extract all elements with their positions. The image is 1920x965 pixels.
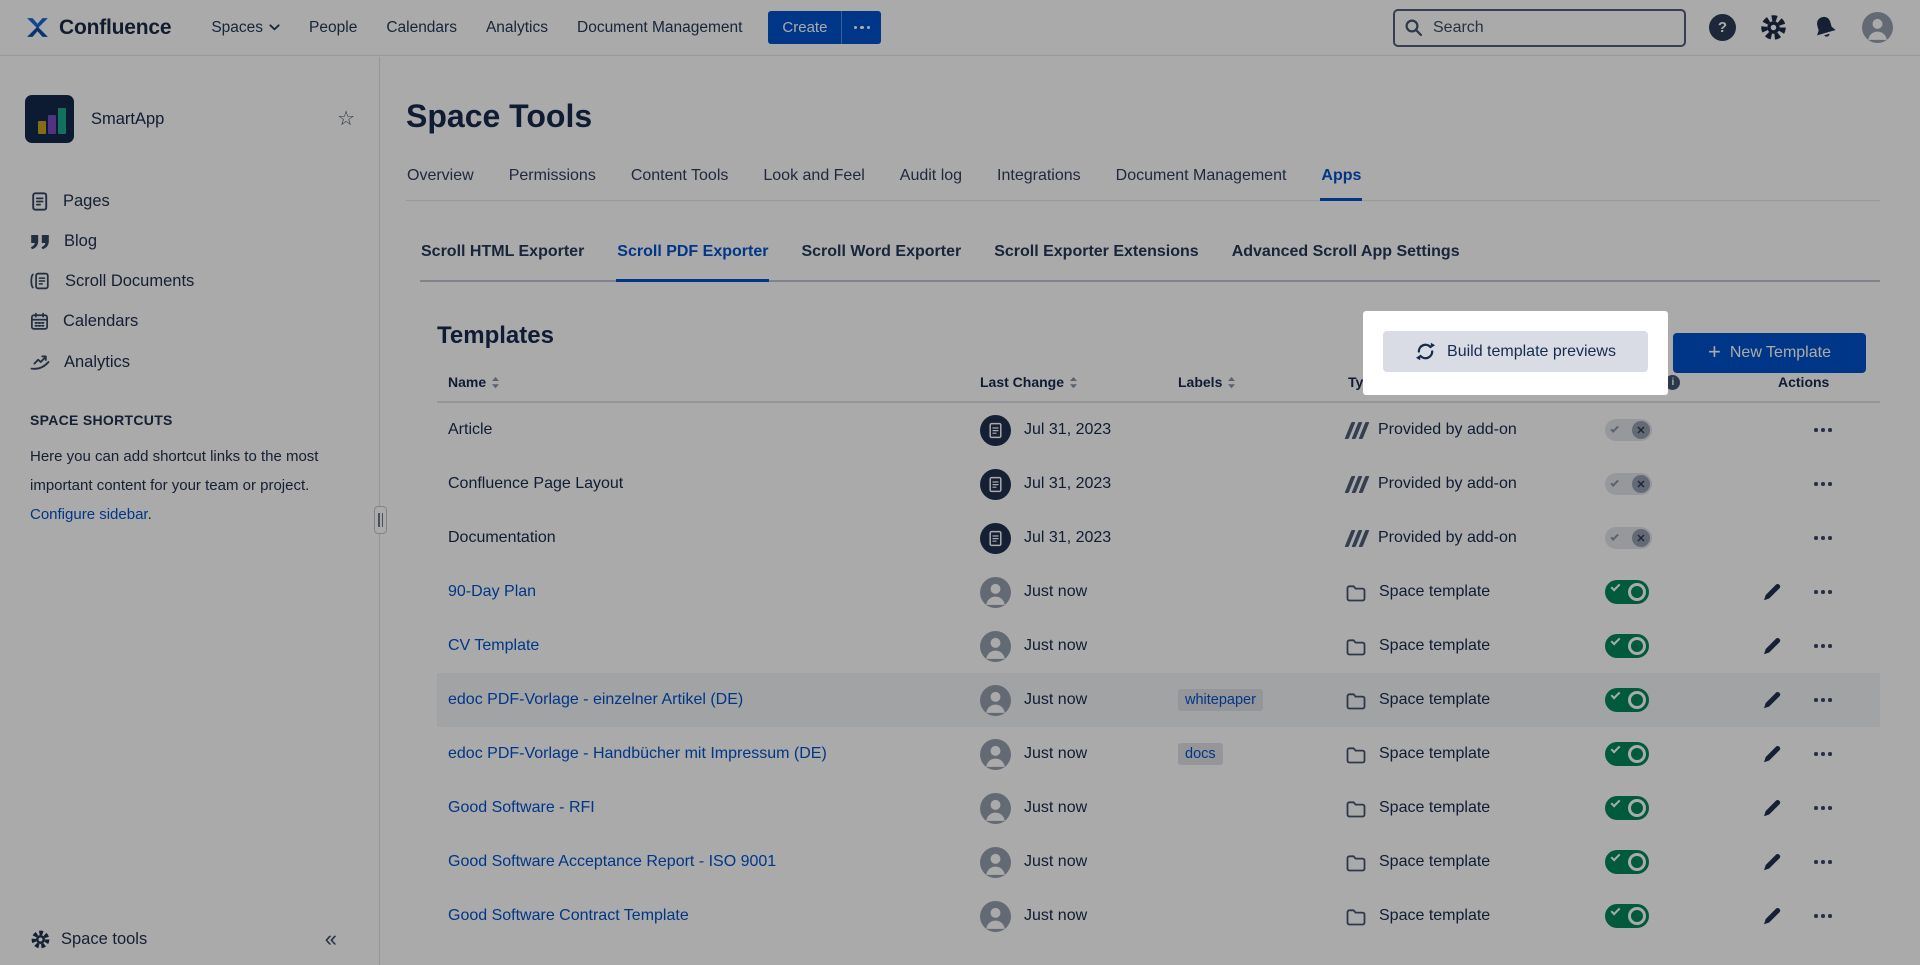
- onboarding-dim-overlay: [0, 0, 1920, 965]
- build-template-previews-button[interactable]: Build template previews: [1383, 331, 1648, 372]
- refresh-icon: [1415, 341, 1436, 362]
- confluence-app: Confluence Spaces People Calendars Analy…: [0, 0, 1920, 965]
- onboarding-spotlight: Build template previews: [1363, 311, 1668, 395]
